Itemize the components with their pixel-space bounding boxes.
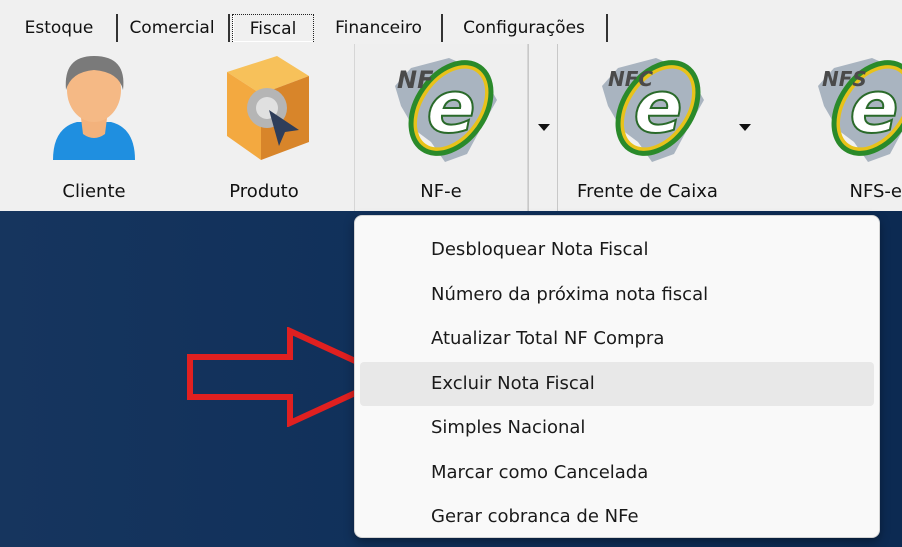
nfse-button[interactable]: e NFS NFS-e <box>786 44 902 211</box>
menu-item-excluir-nota-fiscal[interactable]: Excluir Nota Fiscal <box>360 361 874 406</box>
menu-item-desbloquear-nota-fiscal[interactable]: Desbloquear Nota Fiscal <box>360 228 874 273</box>
product-box-icon <box>227 56 309 160</box>
tab-configuracoes[interactable]: Configurações <box>448 14 608 42</box>
produto-label: Produto <box>229 181 299 202</box>
cliente-label: Cliente <box>62 181 126 202</box>
cliente-button[interactable]: Cliente <box>14 44 174 211</box>
nfe-dropdown-menu: Desbloquear Nota Fiscal Número da próxim… <box>354 215 880 538</box>
nfe-label: NF-e <box>420 181 462 202</box>
chevron-down-icon <box>538 124 550 131</box>
nfse-icon: e NFS <box>818 58 902 162</box>
nfe-button[interactable]: e NF NF-e <box>354 44 528 211</box>
nfce-icon-badge: NFC <box>608 67 653 91</box>
nfe-icon: e NF <box>395 58 497 162</box>
nfe-dropdown-toggle[interactable] <box>528 44 558 211</box>
nfse-icon-badge: NFS <box>822 67 867 91</box>
tab-estoque[interactable]: Estoque <box>8 14 118 42</box>
tab-financeiro[interactable]: Financeiro <box>322 14 443 42</box>
nfse-label: NFS-e <box>849 181 902 202</box>
nfce-icon: e NFC <box>601 58 704 162</box>
ribbon-toolbar: Cliente Produto e NF NF-e e NFC Frente d… <box>0 44 902 211</box>
menu-item-marcar-como-cancelada[interactable]: Marcar como Cancelada <box>360 451 874 496</box>
menu-tab-strip: Estoque Comercial Fiscal Financeiro Conf… <box>0 0 902 44</box>
menu-item-atualizar-total-nf-compra[interactable]: Atualizar Total NF Compra <box>360 317 874 362</box>
tab-comercial[interactable]: Comercial <box>122 14 230 42</box>
frente-de-caixa-button[interactable]: e NFC Frente de Caixa <box>560 44 735 211</box>
nfe-icon-letter: e <box>427 65 476 149</box>
nfe-icon-badge: NF <box>397 66 434 94</box>
frente-de-caixa-label: Frente de Caixa <box>577 181 718 202</box>
user-icon <box>53 56 135 160</box>
frente-de-caixa-dropdown-toggle[interactable] <box>735 44 761 211</box>
menu-item-numero-proxima-nota[interactable]: Número da próxima nota fiscal <box>360 273 874 318</box>
tab-fiscal[interactable]: Fiscal <box>232 14 314 42</box>
menu-item-gerar-cobranca-nfe[interactable]: Gerar cobranca de NFe <box>360 495 874 540</box>
chevron-down-icon <box>739 124 751 131</box>
produto-button[interactable]: Produto <box>184 44 344 211</box>
menu-item-simples-nacional[interactable]: Simples Nacional <box>360 406 874 451</box>
